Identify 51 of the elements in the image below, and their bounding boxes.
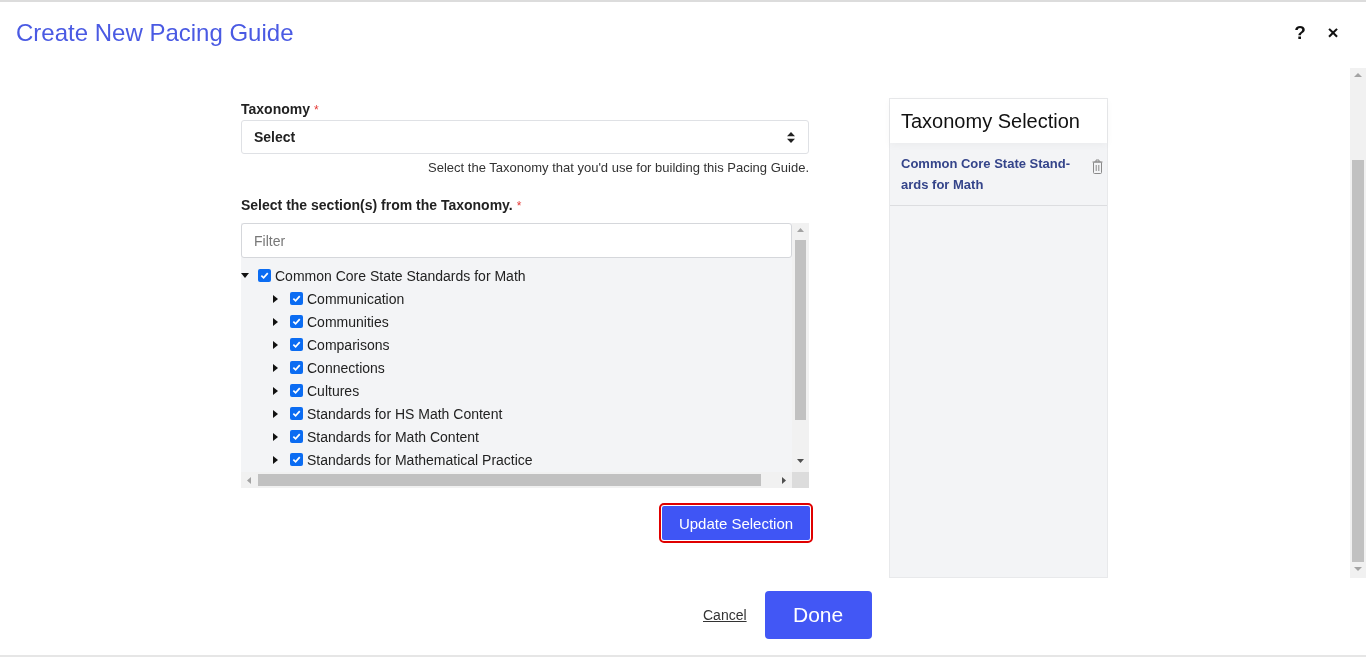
caret-right-icon[interactable] xyxy=(273,432,278,441)
cancel-link[interactable]: Cancel xyxy=(703,606,747,623)
caret-right-icon[interactable] xyxy=(273,409,278,418)
scrollbar-thumb[interactable] xyxy=(258,474,761,486)
caret-right-icon[interactable] xyxy=(273,340,278,349)
checkbox[interactable] xyxy=(290,430,303,443)
checkbox[interactable] xyxy=(290,315,303,328)
arrow-right-icon[interactable] xyxy=(782,476,786,484)
checkbox[interactable] xyxy=(290,384,303,397)
scrollbar-corner xyxy=(792,472,809,488)
page-scrollbar[interactable] xyxy=(1350,68,1366,578)
arrow-down-icon[interactable] xyxy=(797,459,804,463)
tree-node-label[interactable]: Cultures xyxy=(307,381,360,400)
scrollbar-thumb[interactable] xyxy=(795,240,806,420)
checkbox[interactable] xyxy=(290,338,303,351)
tree-node-label[interactable]: Comparisons xyxy=(307,335,390,354)
caret-down-icon[interactable] xyxy=(241,273,249,278)
caret-right-icon[interactable] xyxy=(273,294,278,303)
checkbox[interactable] xyxy=(290,361,303,374)
tree-node-label[interactable]: Communication xyxy=(307,289,405,308)
caret-right-icon[interactable] xyxy=(273,317,278,326)
tree-node-label[interactable]: Common Core State Standards for Math xyxy=(275,266,526,285)
taxonomy-help-text: Select the Taxonomy that you'd use for building this Pacing Guide. xyxy=(428,160,809,176)
filter-field[interactable]: Filter xyxy=(241,223,792,258)
close-button[interactable]: × xyxy=(1323,21,1343,45)
taxonomy-select[interactable]: Select xyxy=(241,120,809,154)
tree-node-label[interactable]: Standards for Math Content xyxy=(307,427,479,446)
tree-node-label[interactable]: Communities xyxy=(307,312,389,331)
trash-icon[interactable] xyxy=(1092,159,1103,174)
done-button[interactable]: Done xyxy=(764,590,872,639)
caret-right-icon[interactable] xyxy=(273,363,278,372)
tree-node-label[interactable]: Connections xyxy=(307,358,385,377)
caret-right-icon[interactable] xyxy=(273,455,278,464)
dialog-title: Create New Pacing Guide xyxy=(16,18,294,48)
update-selection-button[interactable]: Update Selection xyxy=(662,506,810,540)
tree-node-label[interactable]: Standards for HS Math Content xyxy=(307,404,503,423)
scrollbar-thumb[interactable] xyxy=(1352,160,1364,562)
sections-label: Select the section(s) from the Taxonomy. * xyxy=(241,197,523,214)
help-button[interactable]: ? xyxy=(1290,21,1310,45)
selected-taxonomy-label: Common Core State Stand-ards for Math xyxy=(901,155,1071,194)
vertical-scrollbar[interactable] xyxy=(792,223,809,472)
checkbox[interactable] xyxy=(290,453,303,466)
caret-right-icon[interactable] xyxy=(273,386,278,395)
taxonomy-label: Taxonomy * xyxy=(241,101,320,118)
tree-node-label[interactable]: Standards for Mathematical Practice xyxy=(307,450,533,469)
sort-arrows-icon xyxy=(787,131,795,143)
checkbox[interactable] xyxy=(290,407,303,420)
checkbox[interactable] xyxy=(290,292,303,305)
panel-title: Taxonomy Selection xyxy=(890,99,1107,143)
checkbox[interactable] xyxy=(258,269,271,282)
horizontal-scrollbar[interactable] xyxy=(241,472,792,488)
